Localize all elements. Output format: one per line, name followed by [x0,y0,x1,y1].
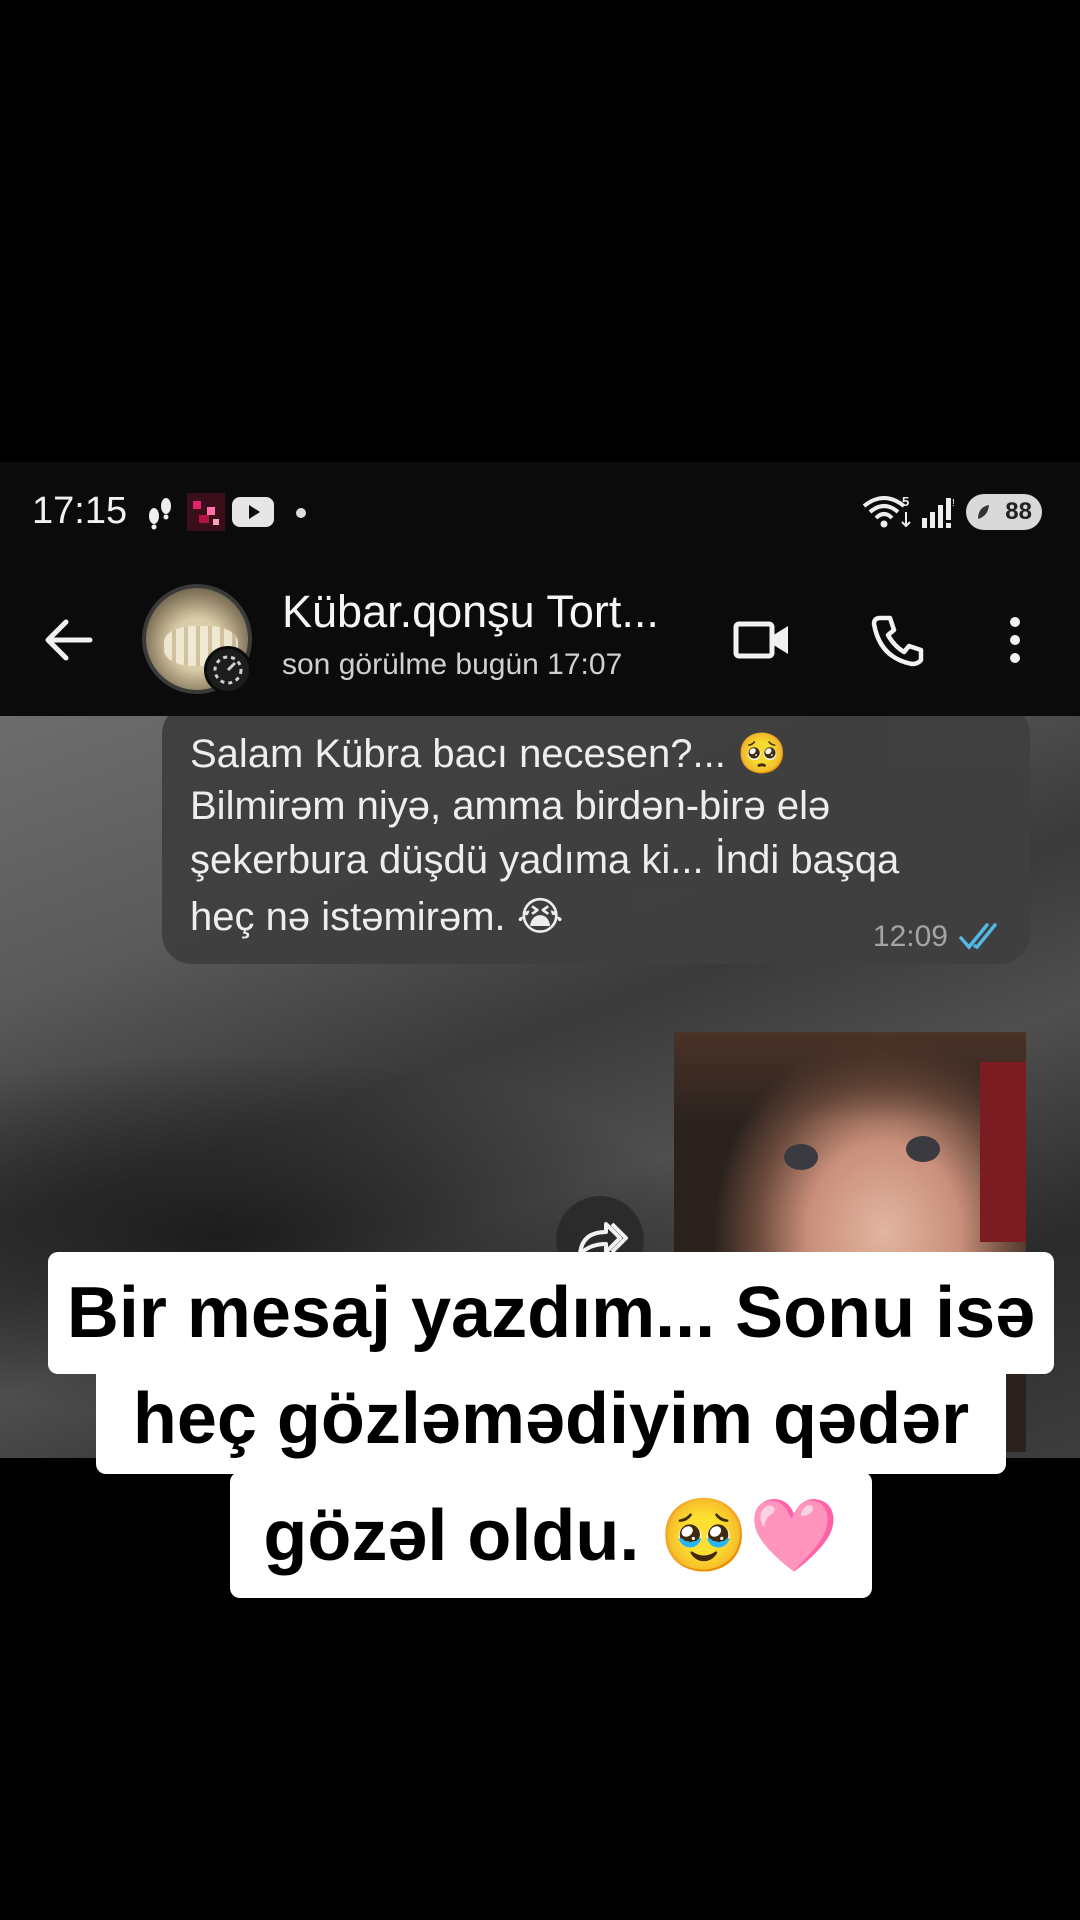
outgoing-message-bubble[interactable]: Salam Kübra bacı necesen?... 🥺 Bilmirəm … [162,716,1030,964]
last-seen-status: son görülme bugün 17:07 [282,648,623,681]
status-time: 17:15 [32,490,128,532]
wifi-icon: 5 [862,492,914,532]
message-line: şekerbura düşdü yadıma ki... İndi başqa [190,838,900,882]
photo-detail [674,1032,1026,1122]
svg-text:5: 5 [902,494,909,509]
video-call-icon[interactable] [730,610,794,670]
notification-dot [296,508,306,518]
forward-button[interactable] [556,1196,644,1284]
voice-call-icon[interactable] [866,610,930,670]
battery-level: 88 [1005,498,1032,525]
caption-line-3: gözəl oldu. 🥹🩷 [230,1472,872,1598]
image-message[interactable] [674,1032,1026,1452]
timer-badge-icon [204,646,252,694]
signal-icon: ! [920,492,958,532]
photo-detail [980,1062,1026,1242]
message-line: Salam Kübra bacı necesen?... 🥺 [190,732,787,776]
message-time: 12:09 [872,920,948,953]
svg-text:!: ! [952,498,955,509]
back-arrow-icon[interactable] [38,610,98,670]
contact-name[interactable]: Kübar.qonşu Tort... [282,586,659,638]
status-bar: 17:15 5 ! 88 [0,462,1080,562]
more-vert-icon[interactable] [990,610,1040,670]
photo-detail [906,1136,940,1162]
leaf-icon [978,505,989,519]
battery-indicator: 88 [966,494,1042,530]
message-line: heç nə istəmirəm. 😭 [190,895,564,939]
forward-icon [578,1222,628,1256]
steps-icon [142,492,178,532]
read-ticks-icon [959,923,997,950]
phone-screen: 17:15 5 ! 88 Kübar.qonşu Tort... son gör… [0,462,1080,1458]
chat-header: Kübar.qonşu Tort... son görülme bugün 17… [0,562,1080,716]
app-thumbnail-icon [186,492,226,532]
message-line: Bilmirəm niyə, amma birdən-birə elə [190,784,831,828]
chat-area[interactable]: Salam Kübra bacı necesen?... 🥺 Bilmirəm … [0,716,1080,1458]
photo-detail [784,1144,818,1170]
youtube-icon [232,492,274,532]
contact-avatar[interactable] [142,584,252,694]
